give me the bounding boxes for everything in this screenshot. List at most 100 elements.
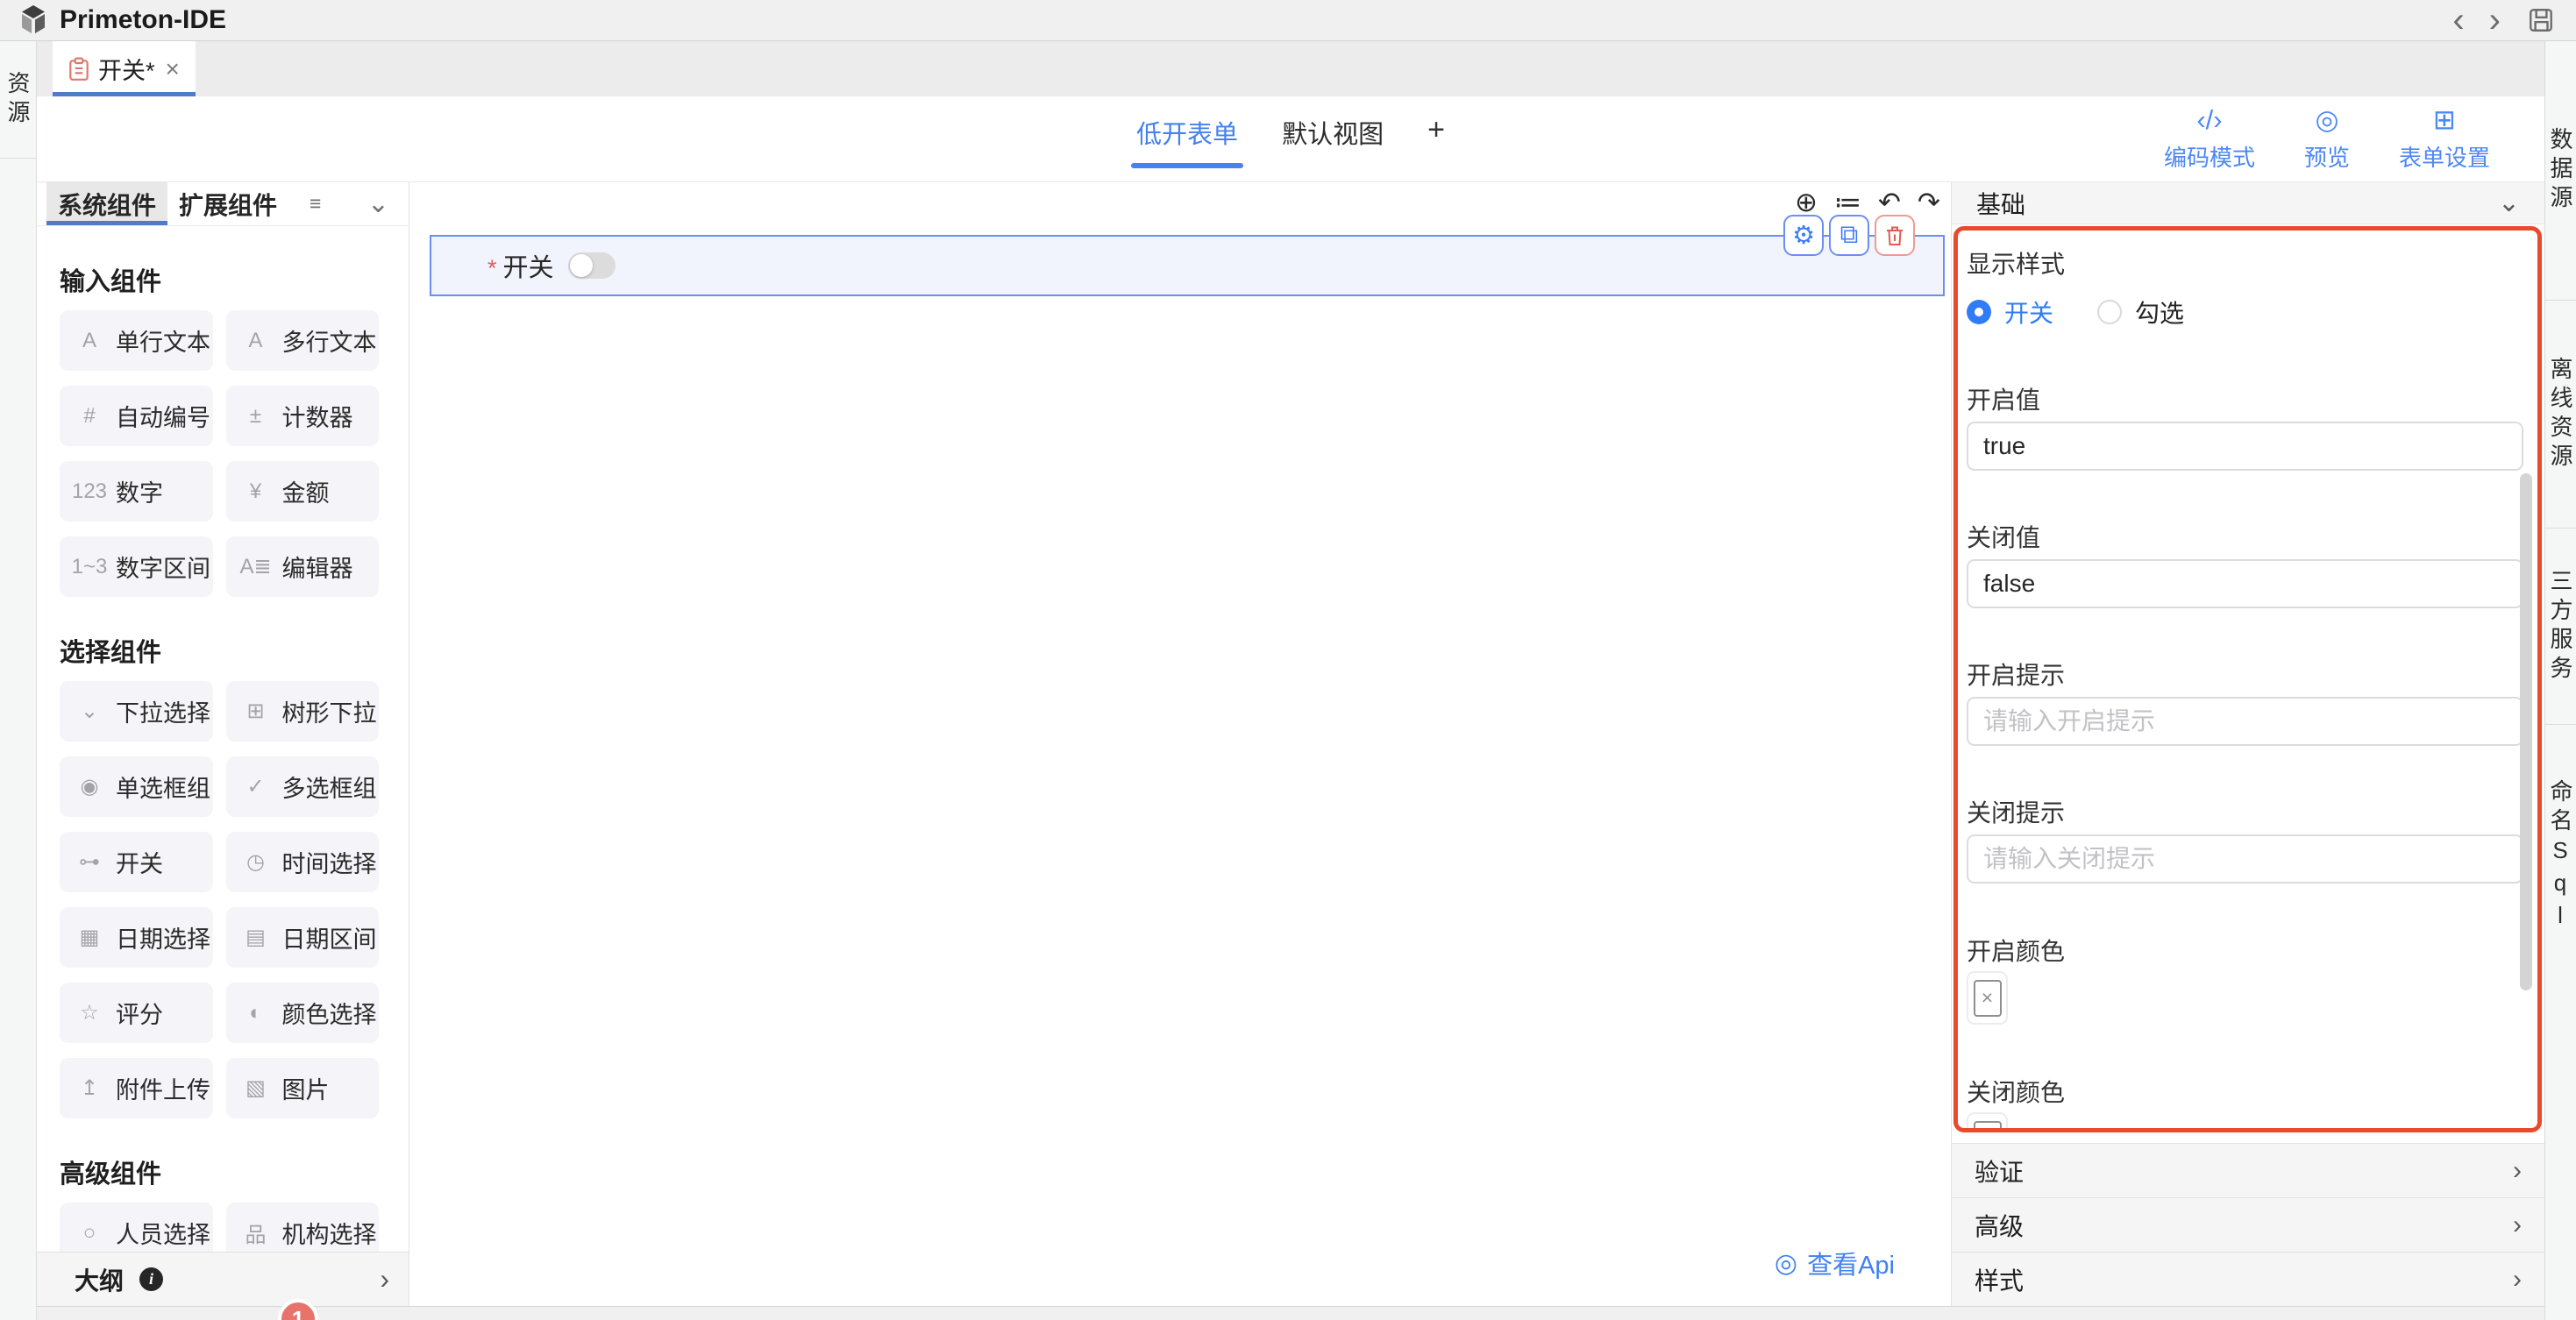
component-icon: ↥ xyxy=(70,1075,109,1101)
component-item[interactable]: ⊞ 树形下拉 xyxy=(226,681,380,742)
component-item[interactable]: ¥ 金额 xyxy=(226,461,380,522)
left-rail-tab-resources[interactable]: 资源 xyxy=(0,41,36,159)
component-item[interactable]: ↥ 附件上传 xyxy=(60,1058,213,1118)
display-style-label: 显示样式 xyxy=(1967,245,2523,272)
switch-toggle-knob xyxy=(570,254,593,277)
component-item[interactable]: ○ 人员选择 xyxy=(60,1203,213,1252)
on-color-field: 开启颜色 × xyxy=(1967,933,2523,1025)
selected-switch-field[interactable]: * 开关 xyxy=(430,235,1945,296)
component-item[interactable]: ▧ 图片 xyxy=(226,1058,380,1118)
add-view-button[interactable]: + xyxy=(1426,101,1447,177)
component-item-label: 开关 xyxy=(116,845,163,879)
off-color-swatch[interactable]: × xyxy=(1967,1112,2008,1132)
undo-icon[interactable]: ↶ xyxy=(1878,188,1901,217)
component-item[interactable]: ◐ 颜色选择 xyxy=(226,983,380,1043)
close-tab-icon[interactable]: × xyxy=(166,55,180,83)
eye-icon: ◎ xyxy=(1775,1248,1797,1279)
off-tip-label: 关闭提示 xyxy=(1967,794,2523,820)
component-item[interactable]: # 自动编号 xyxy=(60,386,213,446)
gear-icon: ⚙ xyxy=(1792,220,1815,251)
document-tab-switch[interactable]: 开关* × xyxy=(53,41,196,96)
collapsed-section-label: 高级 xyxy=(1975,1208,2024,1243)
view-api-link[interactable]: ◎ 查看Api xyxy=(1775,1245,1895,1281)
component-item[interactable]: 品 机构选择 xyxy=(226,1203,380,1252)
right-rail-tab[interactable]: 三方服务 xyxy=(2545,529,2576,725)
on-tip-label: 开启提示 xyxy=(1967,656,2523,683)
component-item[interactable]: A≣ 编辑器 xyxy=(226,536,380,597)
component-item[interactable]: ✓ 多选框组 xyxy=(226,756,380,817)
delete-icon xyxy=(1884,224,1905,247)
component-grid-advanced: ○ 人员选择 品 机构选择 xyxy=(37,1203,409,1252)
collapsed-section-row[interactable]: 验证 › xyxy=(1952,1143,2544,1197)
on-value-input[interactable] xyxy=(1967,422,2523,471)
component-icon: ☆ xyxy=(70,1000,109,1025)
nav-back-icon[interactable]: ‹ xyxy=(2440,3,2476,38)
redo-icon[interactable]: ↷ xyxy=(1918,188,1940,217)
component-item[interactable]: ◷ 时间选择 xyxy=(226,832,380,892)
component-icon: ○ xyxy=(70,1221,109,1245)
toolbar-action-button[interactable]: ‹/› 编码模式 xyxy=(2164,105,2255,173)
radio-option-switch[interactable]: 开关 xyxy=(1967,295,2053,330)
component-item-label: 评分 xyxy=(116,996,163,1030)
component-item[interactable]: ⌄ 下拉选择 xyxy=(60,681,213,742)
field-settings-button[interactable]: ⚙ xyxy=(1783,215,1824,256)
outline-bar[interactable]: 大纲 i › xyxy=(37,1252,409,1306)
component-item[interactable]: 1~3 数字区间 xyxy=(60,536,213,597)
toolbar-action-button[interactable]: ⊞ 表单设置 xyxy=(2399,105,2490,173)
component-list-menu-icon[interactable]: ≡ xyxy=(310,192,321,216)
right-rail-tab[interactable]: 数据源 xyxy=(2545,41,2576,301)
collapsed-section-row[interactable]: 样式 › xyxy=(1952,1252,2544,1306)
section-basic-collapse-chevron-icon[interactable]: ⌄ xyxy=(2498,188,2520,218)
component-item[interactable]: ◉ 单选框组 xyxy=(60,756,213,817)
right-rail-tab[interactable]: 离线资源 xyxy=(2545,301,2576,529)
component-item[interactable]: ▦ 日期选择 xyxy=(60,907,213,968)
on-color-swatch[interactable]: × xyxy=(1967,971,2008,1025)
component-item-label: 图片 xyxy=(282,1071,330,1105)
tab-default-view[interactable]: 默认视图 xyxy=(1280,102,1385,177)
expand-section-chevron-icon[interactable]: › xyxy=(2513,1265,2522,1295)
off-tip-input[interactable] xyxy=(1967,834,2523,884)
outline-expand-chevron-icon[interactable]: › xyxy=(380,1263,389,1295)
nav-forward-icon[interactable]: › xyxy=(2477,3,2513,38)
clear-color-icon: × xyxy=(1974,1121,2002,1133)
structure-icon[interactable]: ≔ xyxy=(1834,188,1861,217)
tab-extension-components[interactable]: 扩展组件 xyxy=(167,182,288,225)
component-item[interactable]: A 单行文本 xyxy=(60,310,213,371)
component-icon: A≣ xyxy=(237,554,275,579)
field-delete-button[interactable] xyxy=(1875,215,1915,256)
switch-toggle[interactable] xyxy=(568,252,616,279)
save-button[interactable] xyxy=(2527,6,2555,34)
radio-option-check[interactable]: 勾选 xyxy=(2097,295,2184,330)
right-rail-tab[interactable]: 命名Sql xyxy=(2545,725,2576,988)
tab-lowcode-form[interactable]: 低开表单 xyxy=(1135,102,1240,177)
collapse-panel-chevron-icon[interactable]: ⌄ xyxy=(367,188,389,219)
component-item[interactable]: ☆ 评分 xyxy=(60,983,213,1043)
form-canvas[interactable]: ⊕ ≔ ↶ ↷ * 开关 ⚙ ⧉ xyxy=(409,182,1951,1306)
globe-icon[interactable]: ⊕ xyxy=(1795,188,1818,217)
component-item[interactable]: A 多行文本 xyxy=(226,310,380,371)
collapsed-section-row[interactable]: 高级 › xyxy=(1952,1197,2544,1252)
expand-section-chevron-icon[interactable]: › xyxy=(2513,1210,2522,1240)
tab-system-components[interactable]: 系统组件 xyxy=(46,182,167,225)
off-value-input[interactable] xyxy=(1967,559,2523,608)
component-item-label: 日期选择 xyxy=(116,920,210,955)
on-tip-input[interactable] xyxy=(1967,697,2523,746)
component-item-label: 树形下拉 xyxy=(282,694,377,728)
tab-default-view-label: 默认视图 xyxy=(1282,121,1384,149)
toolbar-action-button[interactable]: ◎ 预览 xyxy=(2304,105,2350,173)
component-icon: ▧ xyxy=(237,1075,275,1101)
component-item[interactable]: 123 数字 xyxy=(60,461,213,522)
component-item[interactable]: ▤ 日期区间 xyxy=(226,907,380,968)
field-copy-button[interactable]: ⧉ xyxy=(1829,215,1869,256)
component-icon: A xyxy=(70,329,109,353)
panel-scrollbar-thumb[interactable] xyxy=(2520,473,2532,990)
required-mark: * xyxy=(487,255,497,282)
component-item[interactable]: ⊶ 开关 xyxy=(60,832,213,892)
component-icon: A xyxy=(237,329,275,353)
component-item[interactable]: ± 计数器 xyxy=(226,386,380,446)
section-basic-header[interactable]: 基础 ⌄ xyxy=(1952,182,2544,224)
copy-icon: ⧉ xyxy=(1840,221,1859,250)
expand-section-chevron-icon[interactable]: › xyxy=(2513,1156,2522,1186)
document-tabstrip: 开关* × xyxy=(37,41,2544,96)
on-tip-field: 开启提示 xyxy=(1967,656,2523,746)
